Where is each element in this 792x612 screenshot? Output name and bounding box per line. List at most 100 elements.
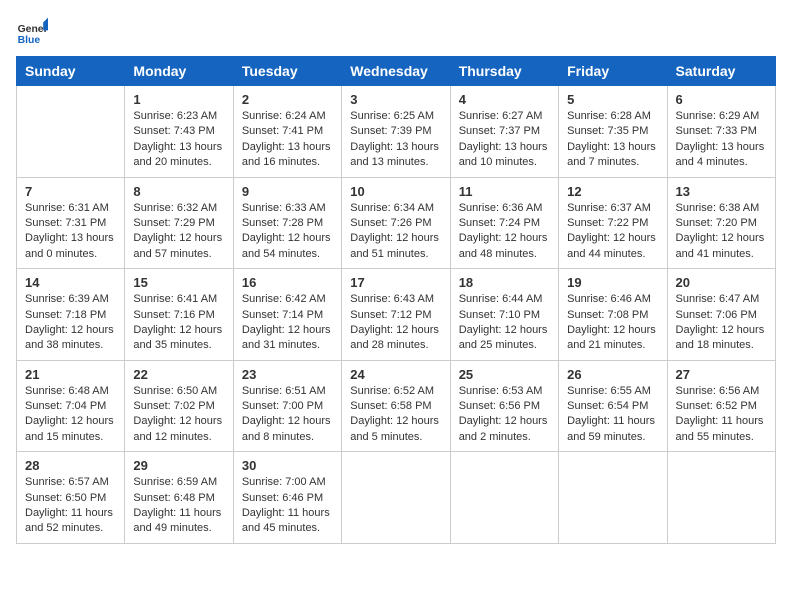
calendar-cell: 17 Sunrise: 6:43 AM Sunset: 7:12 PM Dayli… [342,269,450,361]
day-number: 1 [133,92,224,107]
calendar-cell: 26 Sunrise: 6:55 AM Sunset: 6:54 PM Dayli… [559,360,667,452]
day-info: Sunrise: 6:59 AM Sunset: 6:48 PM Dayligh… [133,475,224,537]
day-info: Sunrise: 6:27 AM Sunset: 7:37 PM Dayligh… [459,109,550,171]
day-info: Sunrise: 6:33 AM Sunset: 7:28 PM Dayligh… [242,201,333,263]
day-header-wednesday: Wednesday [342,57,450,86]
day-info: Sunrise: 6:24 AM Sunset: 7:41 PM Dayligh… [242,109,333,171]
day-number: 12 [567,184,658,199]
day-number: 27 [676,367,767,382]
calendar-cell: 10 Sunrise: 6:34 AM Sunset: 7:26 PM Dayli… [342,177,450,269]
day-header-thursday: Thursday [450,57,558,86]
calendar-cell: 27 Sunrise: 6:56 AM Sunset: 6:52 PM Dayli… [667,360,775,452]
day-info: Sunrise: 6:39 AM Sunset: 7:18 PM Dayligh… [25,292,116,354]
svg-text:Blue: Blue [18,35,41,46]
day-info: Sunrise: 6:28 AM Sunset: 7:35 PM Dayligh… [567,109,658,171]
calendar-cell [667,452,775,544]
day-number: 17 [350,275,441,290]
day-info: Sunrise: 6:51 AM Sunset: 7:00 PM Dayligh… [242,384,333,446]
logo-icon: General Blue [16,16,48,48]
calendar-cell [559,452,667,544]
day-info: Sunrise: 6:57 AM Sunset: 6:50 PM Dayligh… [25,475,116,537]
calendar-cell: 20 Sunrise: 6:47 AM Sunset: 7:06 PM Dayli… [667,269,775,361]
day-number: 13 [676,184,767,199]
day-info: Sunrise: 6:44 AM Sunset: 7:10 PM Dayligh… [459,292,550,354]
day-info: Sunrise: 6:50 AM Sunset: 7:02 PM Dayligh… [133,384,224,446]
day-number: 23 [242,367,333,382]
day-number: 29 [133,458,224,473]
day-header-tuesday: Tuesday [233,57,341,86]
calendar-week-4: 21 Sunrise: 6:48 AM Sunset: 7:04 PM Dayli… [17,360,776,452]
calendar-cell: 30Sunrise: 7:00 AM Sunset: 6:46 PM Dayli… [233,452,341,544]
logo: General Blue [16,16,52,48]
day-number: 28 [25,458,116,473]
calendar-cell: 13 Sunrise: 6:38 AM Sunset: 7:20 PM Dayli… [667,177,775,269]
calendar-cell: 21 Sunrise: 6:48 AM Sunset: 7:04 PM Dayli… [17,360,125,452]
calendar-cell: 5 Sunrise: 6:28 AM Sunset: 7:35 PM Daylig… [559,86,667,178]
calendar-cell: 4 Sunrise: 6:27 AM Sunset: 7:37 PM Daylig… [450,86,558,178]
calendar-cell: 12 Sunrise: 6:37 AM Sunset: 7:22 PM Dayli… [559,177,667,269]
day-number: 6 [676,92,767,107]
day-number: 15 [133,275,224,290]
day-number: 20 [676,275,767,290]
day-number: 8 [133,184,224,199]
day-number: 5 [567,92,658,107]
day-number: 30 [242,458,333,473]
day-info: Sunrise: 6:53 AM Sunset: 6:56 PM Dayligh… [459,384,550,446]
calendar-cell: 1 Sunrise: 6:23 AM Sunset: 7:43 PM Daylig… [125,86,233,178]
day-number: 22 [133,367,224,382]
calendar-cell: 11Sunrise: 6:36 AM Sunset: 7:24 PM Dayli… [450,177,558,269]
day-info: Sunrise: 6:29 AM Sunset: 7:33 PM Dayligh… [676,109,767,171]
day-info: Sunrise: 6:42 AM Sunset: 7:14 PM Dayligh… [242,292,333,354]
calendar-table: SundayMondayTuesdayWednesdayThursdayFrid… [16,56,776,544]
day-number: 9 [242,184,333,199]
day-info: Sunrise: 6:41 AM Sunset: 7:16 PM Dayligh… [133,292,224,354]
calendar-cell: 9 Sunrise: 6:33 AM Sunset: 7:28 PM Daylig… [233,177,341,269]
calendar-week-2: 7Sunrise: 6:31 AM Sunset: 7:31 PM Daylig… [17,177,776,269]
calendar-week-5: 28 Sunrise: 6:57 AM Sunset: 6:50 PM Dayli… [17,452,776,544]
day-info: Sunrise: 6:23 AM Sunset: 7:43 PM Dayligh… [133,109,224,171]
day-info: Sunrise: 6:55 AM Sunset: 6:54 PM Dayligh… [567,384,658,446]
calendar-cell: 29 Sunrise: 6:59 AM Sunset: 6:48 PM Dayli… [125,452,233,544]
day-number: 25 [459,367,550,382]
day-info: Sunrise: 6:32 AM Sunset: 7:29 PM Dayligh… [133,201,224,263]
calendar-cell: 18Sunrise: 6:44 AM Sunset: 7:10 PM Dayli… [450,269,558,361]
day-header-saturday: Saturday [667,57,775,86]
day-number: 26 [567,367,658,382]
day-info: Sunrise: 6:34 AM Sunset: 7:26 PM Dayligh… [350,201,441,263]
calendar-header-row: SundayMondayTuesdayWednesdayThursdayFrid… [17,57,776,86]
day-info: Sunrise: 6:43 AM Sunset: 7:12 PM Dayligh… [350,292,441,354]
calendar-cell: 14 Sunrise: 6:39 AM Sunset: 7:18 PM Dayli… [17,269,125,361]
day-info: Sunrise: 6:46 AM Sunset: 7:08 PM Dayligh… [567,292,658,354]
calendar-cell: 24 Sunrise: 6:52 AM Sunset: 6:58 PM Dayli… [342,360,450,452]
calendar-cell: 3 Sunrise: 6:25 AM Sunset: 7:39 PM Daylig… [342,86,450,178]
day-info: Sunrise: 6:56 AM Sunset: 6:52 PM Dayligh… [676,384,767,446]
day-number: 3 [350,92,441,107]
calendar-cell [17,86,125,178]
day-info: Sunrise: 6:47 AM Sunset: 7:06 PM Dayligh… [676,292,767,354]
day-info: Sunrise: 6:52 AM Sunset: 6:58 PM Dayligh… [350,384,441,446]
day-number: 16 [242,275,333,290]
day-number: 2 [242,92,333,107]
day-info: Sunrise: 6:38 AM Sunset: 7:20 PM Dayligh… [676,201,767,263]
calendar-cell: 28 Sunrise: 6:57 AM Sunset: 6:50 PM Dayli… [17,452,125,544]
calendar-cell: 19Sunrise: 6:46 AM Sunset: 7:08 PM Dayli… [559,269,667,361]
day-number: 24 [350,367,441,382]
calendar-cell [342,452,450,544]
day-info: Sunrise: 6:48 AM Sunset: 7:04 PM Dayligh… [25,384,116,446]
day-header-monday: Monday [125,57,233,86]
day-number: 21 [25,367,116,382]
calendar-cell: 7Sunrise: 6:31 AM Sunset: 7:31 PM Daylig… [17,177,125,269]
day-number: 4 [459,92,550,107]
day-number: 10 [350,184,441,199]
calendar-cell: 2 Sunrise: 6:24 AM Sunset: 7:41 PM Daylig… [233,86,341,178]
calendar-week-3: 14 Sunrise: 6:39 AM Sunset: 7:18 PM Dayli… [17,269,776,361]
calendar-week-1: 1 Sunrise: 6:23 AM Sunset: 7:43 PM Daylig… [17,86,776,178]
calendar-cell: 22 Sunrise: 6:50 AM Sunset: 7:02 PM Dayli… [125,360,233,452]
day-info: Sunrise: 6:31 AM Sunset: 7:31 PM Dayligh… [25,201,116,263]
day-info: Sunrise: 6:37 AM Sunset: 7:22 PM Dayligh… [567,201,658,263]
day-number: 11 [459,184,550,199]
day-number: 14 [25,275,116,290]
calendar-cell: 15 Sunrise: 6:41 AM Sunset: 7:16 PM Dayli… [125,269,233,361]
day-info: Sunrise: 6:25 AM Sunset: 7:39 PM Dayligh… [350,109,441,171]
calendar-cell: 16 Sunrise: 6:42 AM Sunset: 7:14 PM Dayli… [233,269,341,361]
